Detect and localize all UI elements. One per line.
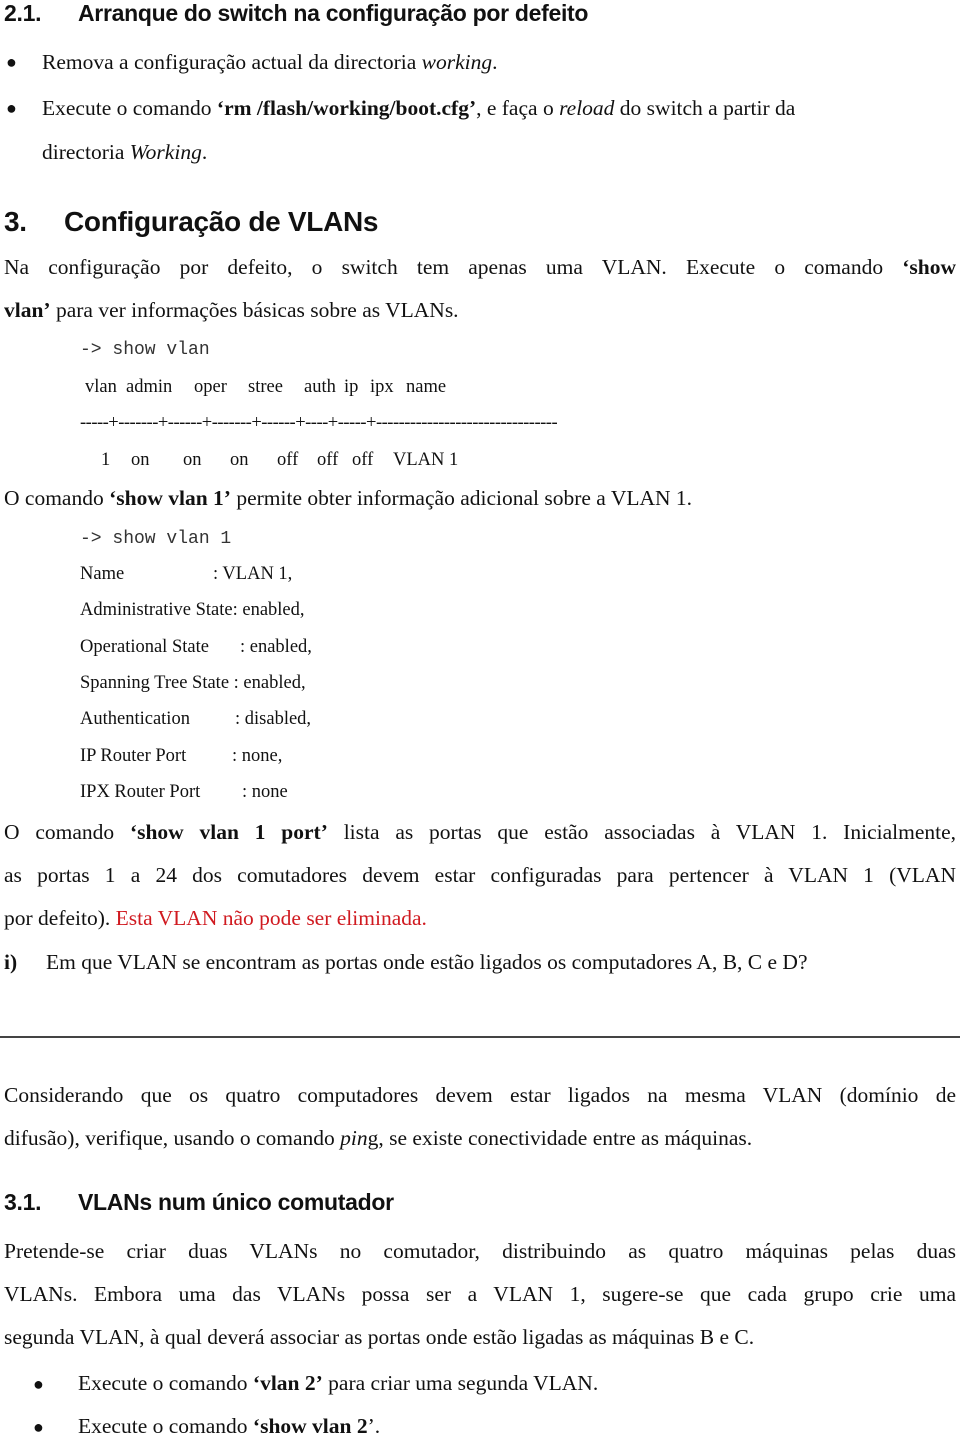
vlan1-detail-name: Name: VLAN 1,: [80, 564, 293, 584]
command-show-vlan-1: -> show vlan 1: [80, 529, 232, 549]
section-3-intro-line2: vlan’ para ver informações básicas sobre…: [4, 298, 459, 322]
section-3-1-para-line3: segunda VLAN, à qual deverá associar as …: [4, 1325, 755, 1349]
paragraph-show-vlan-port-line3: por defeito). Esta VLAN não pode ser eli…: [4, 906, 427, 930]
bullet-execute-rm: Execute o comando ‘rm /flash/working/boo…: [42, 96, 796, 120]
vlan-table-separator: -----+-------+------+-------+------+----…: [80, 413, 558, 433]
bullet-icon: ●: [6, 52, 17, 72]
bullet-icon: ●: [33, 1374, 44, 1394]
section-title: Arranque do switch na configuração por d…: [78, 0, 589, 26]
section-3-intro-line1: Na configuração por defeito, o switch te…: [4, 255, 956, 279]
section-3-1-heading: 3.1. VLANs num único comutador: [4, 1189, 394, 1216]
question-text: Em que VLAN se encontram as portas onde …: [46, 950, 808, 974]
section-title: VLANs num único comutador: [78, 1189, 394, 1215]
bullet-icon: ●: [33, 1417, 44, 1437]
section-2-1-heading: 2.1. Arranque do switch na configuração p…: [4, 0, 588, 27]
bullet-show-vlan-2: Execute o comando ‘show vlan 2’.: [78, 1414, 381, 1438]
vlan1-detail-admin-state: Administrative State: enabled,: [80, 600, 305, 620]
vlan1-detail-stp-state: Spanning Tree State : enabled,: [80, 673, 306, 693]
vlan1-detail-oper-state: Operational State: enabled,: [80, 637, 312, 657]
paragraph-show-vlan-port-line1: O comando ‘show vlan 1 port’ lista as po…: [4, 820, 957, 844]
vlan-table-row: 1 on on on off off off VLAN 1: [101, 450, 459, 470]
section-number: 3.: [4, 206, 27, 237]
vlan1-detail-auth: Authentication: disabled,: [80, 709, 312, 729]
bullet-vlan-2: Execute o comando ‘vlan 2’ para criar um…: [78, 1371, 599, 1395]
section-title: Configuração de VLANs: [64, 206, 379, 237]
question-i: i) Em que VLAN se encontram as portas ond…: [4, 950, 808, 975]
section-number: 3.1.: [4, 1189, 42, 1215]
section-number: 2.1.: [4, 0, 42, 26]
question-label: i): [4, 950, 18, 974]
section-3-heading: 3. Configuração de VLANs: [4, 206, 378, 238]
section-3-1-para-line1: Pretende-se criar duas VLANs no comutado…: [4, 1239, 956, 1263]
command-show-vlan: -> show vlan: [80, 340, 210, 360]
paragraph-show-vlan-1: O comando ‘show vlan 1’ permite obter in…: [4, 486, 693, 510]
section-3-1-para-line2: VLANs. Embora uma das VLANs possa ser a …: [4, 1282, 956, 1306]
answer-line: [0, 1036, 960, 1038]
vlan1-detail-ip-router: IP Router Port: none,: [80, 746, 283, 766]
bullet-icon: ●: [6, 98, 17, 118]
paragraph-ping-line1: Considerando que os quatro computadores …: [4, 1083, 956, 1107]
bullet-execute-rm-cont: directoria Working.: [42, 140, 208, 164]
bullet-remove-config: Remova a configuração actual da director…: [42, 50, 498, 74]
vlan1-detail-ipx-router: IPX Router Port: none: [80, 782, 288, 802]
paragraph-ping-line2: difusão), verifique, usando o comando pi…: [4, 1126, 753, 1150]
warning-text: Esta VLAN não pode ser eliminada.: [115, 906, 427, 930]
paragraph-show-vlan-port-line2: as portas 1 a 24 dos comutadores devem e…: [4, 863, 956, 887]
vlan-table-header: vlan admin oper stree auth ip ipx name: [85, 377, 447, 397]
